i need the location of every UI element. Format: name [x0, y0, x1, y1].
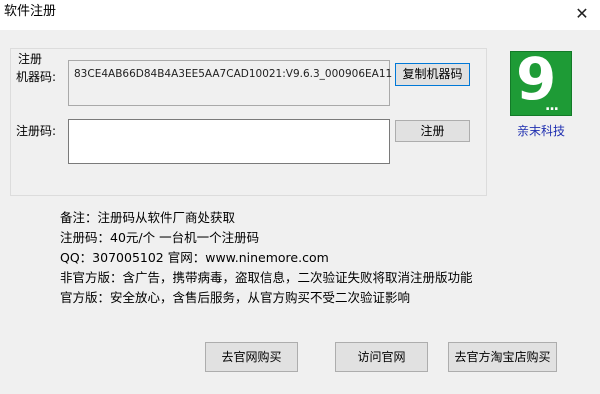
- register-button[interactable]: 注册: [395, 120, 470, 142]
- note-line: 备注：注册码从软件厂商处获取: [60, 210, 236, 225]
- note-line: 注册码：40元/个 一台机一个注册码: [60, 230, 260, 245]
- machine-code-value: 83CE4AB66D84B4A3EE5AA7CAD10021:V9.6.3_00…: [74, 68, 393, 80]
- company-logo: 9 ...: [510, 51, 572, 116]
- official-site-buy-label: 去官网购买: [221, 350, 282, 364]
- reg-code-label: 注册码:: [16, 124, 57, 138]
- note-line: 官方版：安全放心，含售后服务，从官方购买不受二次验证影响: [60, 290, 411, 305]
- dialog-client-area: 注册 机器码: 83CE4AB66D84B4A3EE5AA7CAD10021:V…: [0, 30, 600, 394]
- logo-dots: ...: [545, 98, 559, 114]
- taobao-buy-label: 去官方淘宝店购买: [454, 350, 551, 364]
- register-group-label: 注册: [16, 52, 45, 66]
- register-button-label: 注册: [420, 124, 445, 138]
- machine-code-field[interactable]: 83CE4AB66D84B4A3EE5AA7CAD10021:V9.6.3_00…: [68, 60, 393, 106]
- company-name: 亲末科技: [516, 124, 565, 138]
- close-icon[interactable]: ✕: [570, 4, 594, 24]
- visit-site-label: 访问官网: [357, 350, 406, 364]
- title-bar: 软件注册 ✕: [0, 0, 600, 30]
- copy-machine-code-button[interactable]: 复制机器码: [395, 63, 470, 86]
- reg-code-input[interactable]: [68, 119, 390, 164]
- copy-machine-code-label: 复制机器码: [402, 67, 463, 81]
- note-line: 非官方版：含广告，携带病毒，盗取信息，二次验证失败将取消注册版功能: [60, 270, 473, 285]
- machine-code-label: 机器码:: [16, 70, 57, 84]
- note-line: QQ：307005102 官网：www.ninemore.com: [60, 250, 329, 265]
- notes-block: 备注：注册码从软件厂商处获取 注册码：40元/个 一台机一个注册码 QQ：307…: [60, 208, 473, 308]
- visit-site-button[interactable]: 访问官网: [335, 342, 428, 372]
- window-title: 软件注册: [4, 4, 57, 19]
- taobao-buy-button[interactable]: 去官方淘宝店购买: [448, 342, 557, 372]
- official-site-buy-button[interactable]: 去官网购买: [205, 342, 298, 372]
